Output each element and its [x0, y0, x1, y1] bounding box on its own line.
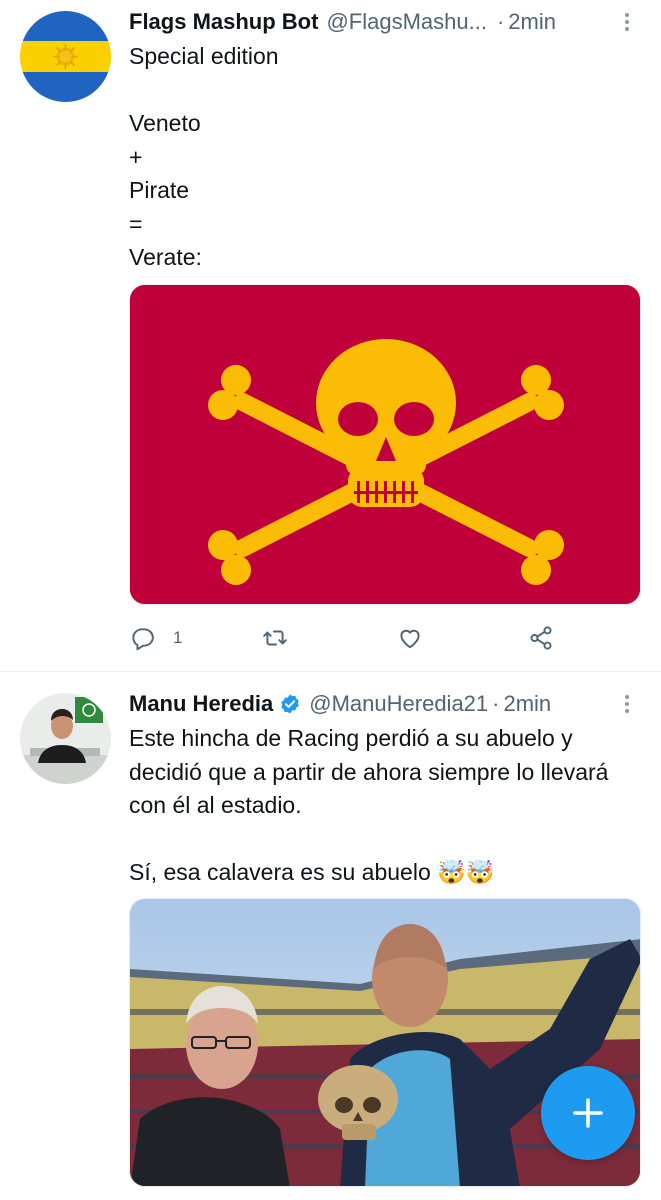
tweet-text: Special edition Veneto + Pirate = Verate…	[129, 43, 279, 270]
compose-plus-icon	[573, 1098, 603, 1128]
tweet-flags-mashup-bot[interactable]: Flags Mashup Bot @FlagsMashu... · 2min S…	[0, 0, 661, 672]
verified-icon	[281, 694, 299, 714]
skull-crossbones-icon	[130, 285, 640, 604]
avatar-manu-heredia[interactable]	[20, 693, 111, 784]
retweet-button[interactable]	[262, 620, 288, 656]
tweet-actions: 1	[129, 620, 589, 656]
tweet-header: Manu Heredia @ManuHeredia21 · 2min	[129, 689, 641, 719]
avatar-flags-mashup-bot[interactable]	[20, 11, 111, 102]
flag-image[interactable]	[129, 284, 641, 605]
reply-count: 1	[173, 628, 183, 647]
like-button[interactable]	[397, 620, 423, 656]
author-name[interactable]: Manu Heredia	[129, 691, 273, 717]
more-icon[interactable]	[617, 7, 637, 37]
header-separator: ·	[496, 9, 505, 34]
author-name[interactable]: Flags Mashup Bot	[129, 9, 318, 35]
tweet-text: Este hincha de Racing perdió a su abuelo…	[129, 725, 609, 885]
reply-button[interactable]: 1	[129, 620, 182, 656]
reply-icon	[132, 628, 154, 651]
header-separator: ·	[492, 691, 500, 716]
share-icon	[530, 626, 552, 650]
retweet-icon	[263, 630, 287, 646]
author-handle[interactable]: @FlagsMashu...	[326, 9, 487, 35]
person-avatar	[20, 693, 111, 784]
compose-tweet-button[interactable]	[541, 1066, 635, 1160]
more-icon[interactable]	[617, 689, 637, 719]
tweet-time[interactable]: 2min	[503, 691, 551, 717]
author-handle[interactable]: @ManuHeredia21	[309, 691, 488, 717]
like-icon	[400, 629, 420, 649]
argentina-flag-avatar	[20, 11, 111, 102]
share-button[interactable]	[528, 620, 554, 656]
tweet-header: Flags Mashup Bot @FlagsMashu... · 2min	[129, 7, 641, 37]
tweet-time[interactable]: 2min	[508, 9, 556, 35]
